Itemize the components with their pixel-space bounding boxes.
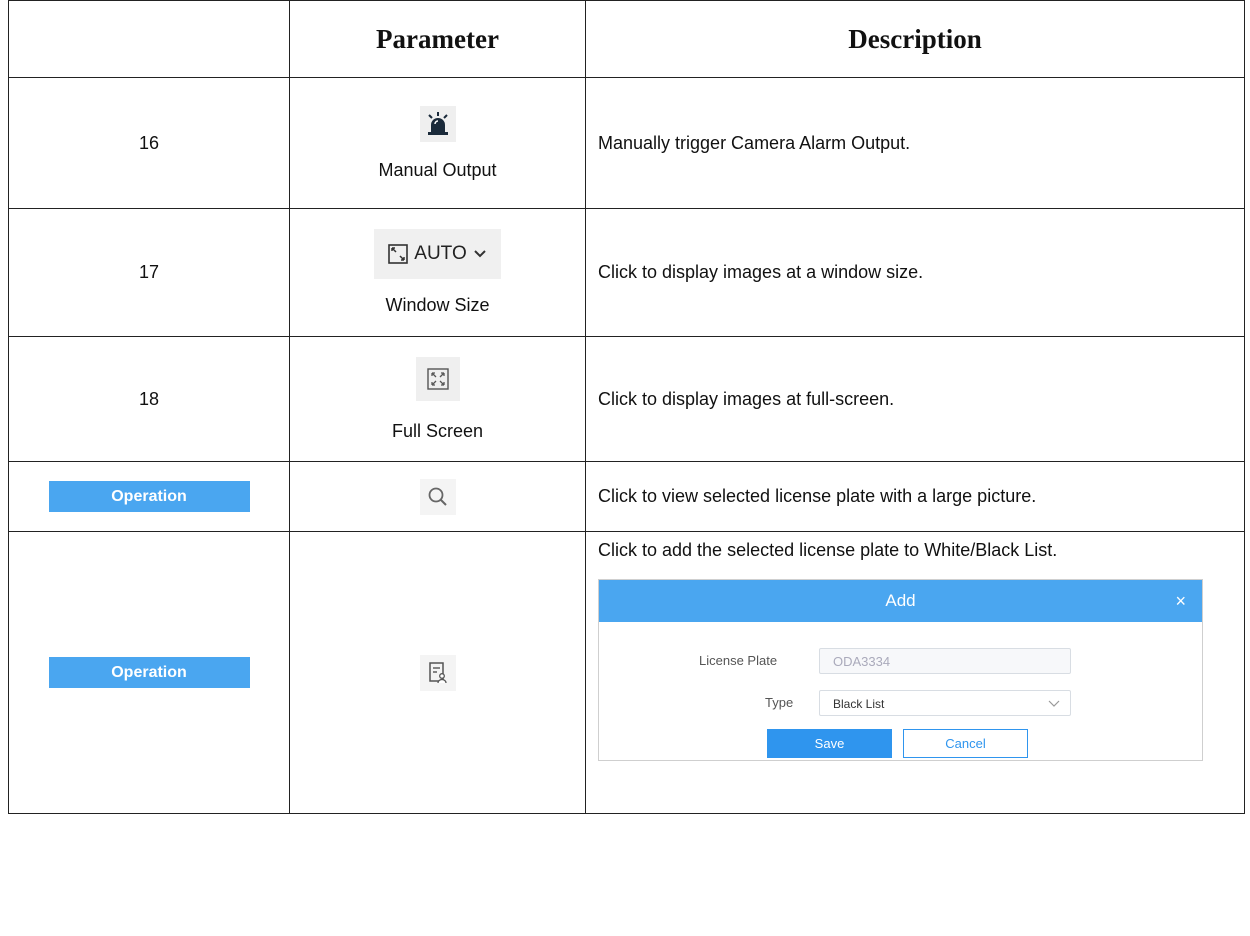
dialog-title: Add xyxy=(885,591,916,610)
window-size-value: AUTO xyxy=(414,243,467,264)
license-plate-label: License Plate xyxy=(699,653,778,668)
type-select-value: Black List xyxy=(833,697,885,711)
alarm-siren-icon[interactable] xyxy=(419,105,456,142)
description-cell: Click to add the selected license plate … xyxy=(585,531,1245,814)
operation-button[interactable]: Operation xyxy=(48,657,250,688)
add-dialog: Add × License Plate ODA3334 Type Black L… xyxy=(598,579,1203,761)
description-cell: Click to display images at full-screen. xyxy=(585,336,1245,462)
table-row: Operation Click to view selected license… xyxy=(8,461,1245,532)
type-label: Type xyxy=(765,695,794,710)
window-size-icon xyxy=(388,244,409,264)
operation-cell: Operation xyxy=(8,461,290,532)
chevron-down-icon xyxy=(474,250,486,258)
parameter-cell xyxy=(289,531,586,814)
header-parameter: Parameter xyxy=(289,0,586,78)
table-row: 16 Manual Output Manually trigger Camera… xyxy=(8,77,1245,209)
description-cell: Click to display images at a window size… xyxy=(585,208,1245,337)
chevron-down-icon xyxy=(1048,700,1060,707)
operation-button[interactable]: Operation xyxy=(48,481,250,512)
save-button[interactable]: Save xyxy=(767,729,892,758)
row-number: 18 xyxy=(8,336,290,462)
parameter-label: Manual Output xyxy=(378,159,497,180)
row-number: 16 xyxy=(8,77,290,209)
description-cell: Manually trigger Camera Alarm Output. xyxy=(585,77,1245,209)
close-icon[interactable]: × xyxy=(1175,580,1186,622)
parameter-label: Full Screen xyxy=(391,420,484,441)
search-icon[interactable] xyxy=(419,478,456,515)
parameter-cell xyxy=(289,461,586,532)
license-plate-field[interactable]: ODA3334 xyxy=(819,648,1071,674)
dialog-header: Add × xyxy=(599,580,1202,622)
operation-cell: Operation xyxy=(8,531,290,814)
row-number: 17 xyxy=(8,208,290,337)
fullscreen-icon[interactable] xyxy=(415,356,460,401)
table-header-row: Parameter Description xyxy=(8,0,1245,78)
parameter-label: Window Size xyxy=(385,295,490,315)
description-text: Click to add the selected license plate … xyxy=(598,540,1058,560)
parameter-cell: Full Screen xyxy=(289,336,586,462)
table-row: 17 AUTO Window Size Click to display ima xyxy=(8,208,1245,337)
parameter-cell: AUTO Window Size xyxy=(289,208,586,337)
add-to-list-icon[interactable] xyxy=(419,654,456,691)
parameter-cell: Manual Output xyxy=(289,77,586,209)
table-row: 18 Full Screen Click to display images a… xyxy=(8,336,1245,462)
header-description: Description xyxy=(585,0,1245,78)
cancel-button[interactable]: Cancel xyxy=(903,729,1028,758)
header-empty xyxy=(8,0,290,78)
window-size-dropdown[interactable]: AUTO xyxy=(374,229,501,279)
description-cell: Click to view selected license plate wit… xyxy=(585,461,1245,532)
type-select[interactable]: Black List xyxy=(819,690,1071,716)
table-row: Operation Click to add the selected lice… xyxy=(8,531,1245,814)
parameter-table: Parameter Description 16 Manual Output M… xyxy=(8,0,1245,814)
